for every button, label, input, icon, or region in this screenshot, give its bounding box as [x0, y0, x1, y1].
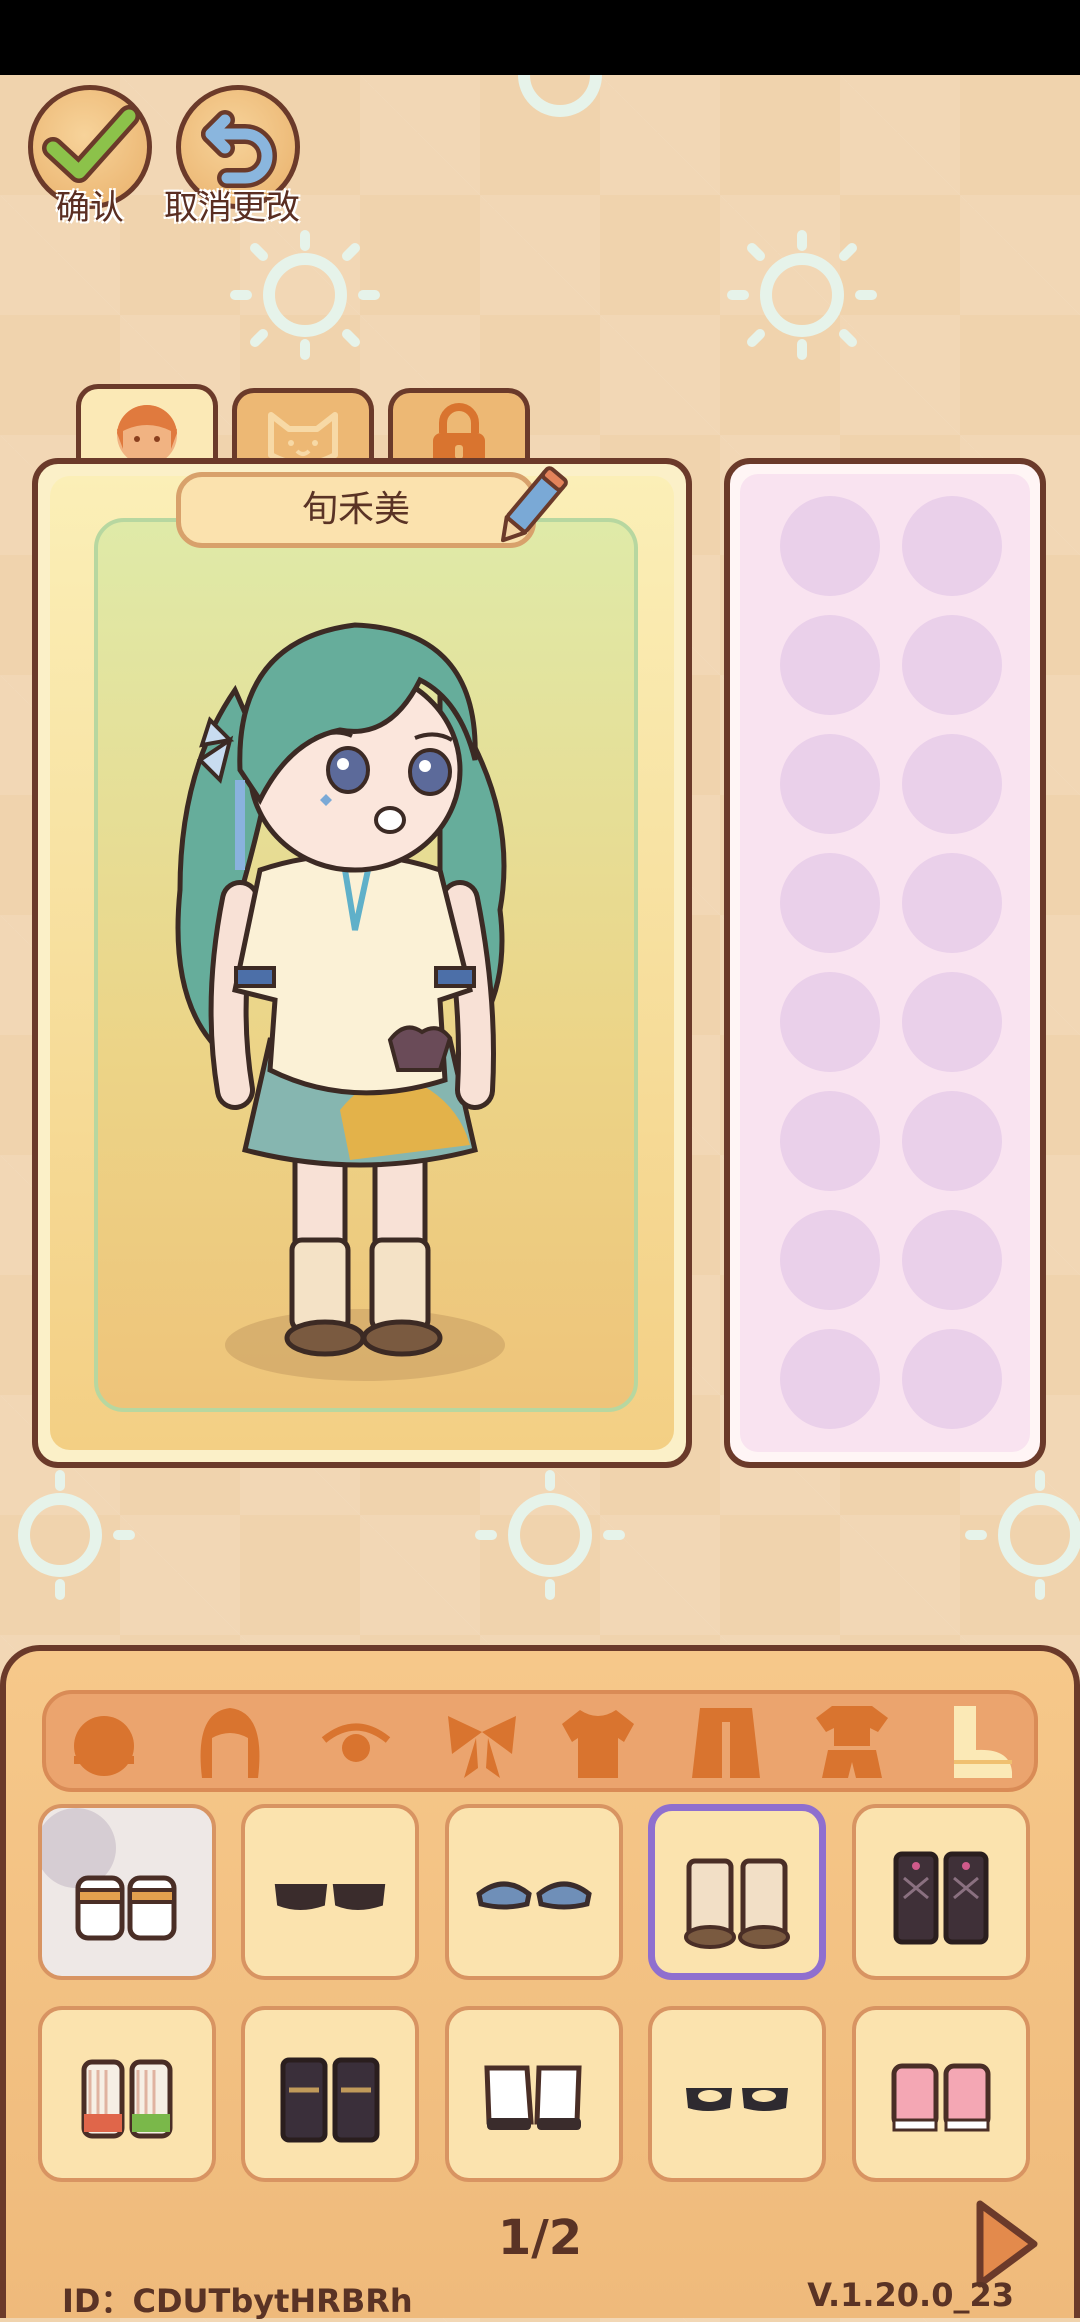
- shoe-item-7[interactable]: [241, 2006, 419, 2182]
- sun-decoration: [230, 230, 380, 360]
- shoe-item-9[interactable]: [648, 2006, 826, 2182]
- flat-shoes-icon: [274, 1884, 386, 1910]
- page-indicator: 1/2: [497, 2210, 583, 2266]
- shoe-item-6[interactable]: [38, 2006, 216, 2182]
- tall-boots-icon: [893, 1851, 989, 1945]
- shoe-item-1[interactable]: [38, 1804, 216, 1980]
- accessory-slot[interactable]: [780, 1091, 880, 1191]
- sun-decoration: [18, 1470, 135, 1600]
- sandals-icon: [476, 1881, 592, 1910]
- shoe-item-2[interactable]: [241, 1804, 419, 1980]
- sun-decoration: [965, 1470, 1080, 1600]
- shoe-item-4-selected[interactable]: [648, 1804, 826, 1980]
- accessory-slot[interactable]: [780, 496, 880, 596]
- accessory-slot[interactable]: [902, 615, 1002, 715]
- eye-icon[interactable]: [316, 1702, 396, 1782]
- accessory-slot[interactable]: [902, 1091, 1002, 1191]
- shoe-item-3[interactable]: [445, 1804, 623, 1980]
- accessory-slot[interactable]: [780, 734, 880, 834]
- knee-socks-icon: [684, 1858, 790, 1949]
- pink-sneakers-icon: [891, 2063, 991, 2132]
- accessory-slot[interactable]: [902, 853, 1002, 953]
- strap-shoes-icon: [686, 2088, 788, 2111]
- coat-icon[interactable]: [686, 1702, 766, 1782]
- slots-background: [740, 474, 1030, 1452]
- cancel-changes-label: 取消更改: [164, 188, 300, 228]
- accessory-slot[interactable]: [780, 615, 880, 715]
- sun-decoration: [727, 230, 877, 360]
- shoe-item-8[interactable]: [445, 2006, 623, 2182]
- socks-icon: [42, 1808, 177, 1941]
- accessory-slot[interactable]: [780, 1210, 880, 1310]
- sun-decoration: [518, 75, 602, 117]
- status-bar: [0, 0, 1080, 75]
- shoe-item-5[interactable]: [852, 1804, 1030, 1980]
- shoes-icon[interactable]: [940, 1702, 1020, 1782]
- accessory-slot[interactable]: [902, 1329, 1002, 1429]
- confirm-label: 确认: [56, 188, 124, 228]
- sun-decoration: [475, 1470, 625, 1600]
- hair-icon[interactable]: [190, 1702, 270, 1782]
- character-avatar: [175, 622, 507, 1381]
- bow-icon[interactable]: [442, 1702, 522, 1782]
- pencil-edit-icon[interactable]: [488, 460, 572, 556]
- accessory-slot[interactable]: [902, 972, 1002, 1072]
- player-id: ID：CDUTbytHRBRh: [62, 2282, 413, 2320]
- ankle-socks-icon: [484, 2065, 582, 2130]
- accessory-slot[interactable]: [780, 1329, 880, 1429]
- accessory-slot[interactable]: [902, 734, 1002, 834]
- accessory-slot[interactable]: [780, 972, 880, 1072]
- shoe-item-10[interactable]: [852, 2006, 1030, 2182]
- character-name[interactable]: 旬禾美: [176, 472, 536, 548]
- lace-boots-icon: [280, 2057, 380, 2143]
- accessory-slot[interactable]: [902, 496, 1002, 596]
- accessory-slot[interactable]: [780, 853, 880, 953]
- striped-socks-icon: [81, 2059, 173, 2139]
- version-label: V.1.20.0_23: [807, 2276, 1014, 2314]
- head-icon[interactable]: [64, 1702, 144, 1782]
- outfit-icon[interactable]: [812, 1702, 892, 1782]
- shirt-icon[interactable]: [558, 1702, 638, 1782]
- accessory-slot[interactable]: [902, 1210, 1002, 1310]
- accessory-slots-panel: [724, 458, 1046, 1468]
